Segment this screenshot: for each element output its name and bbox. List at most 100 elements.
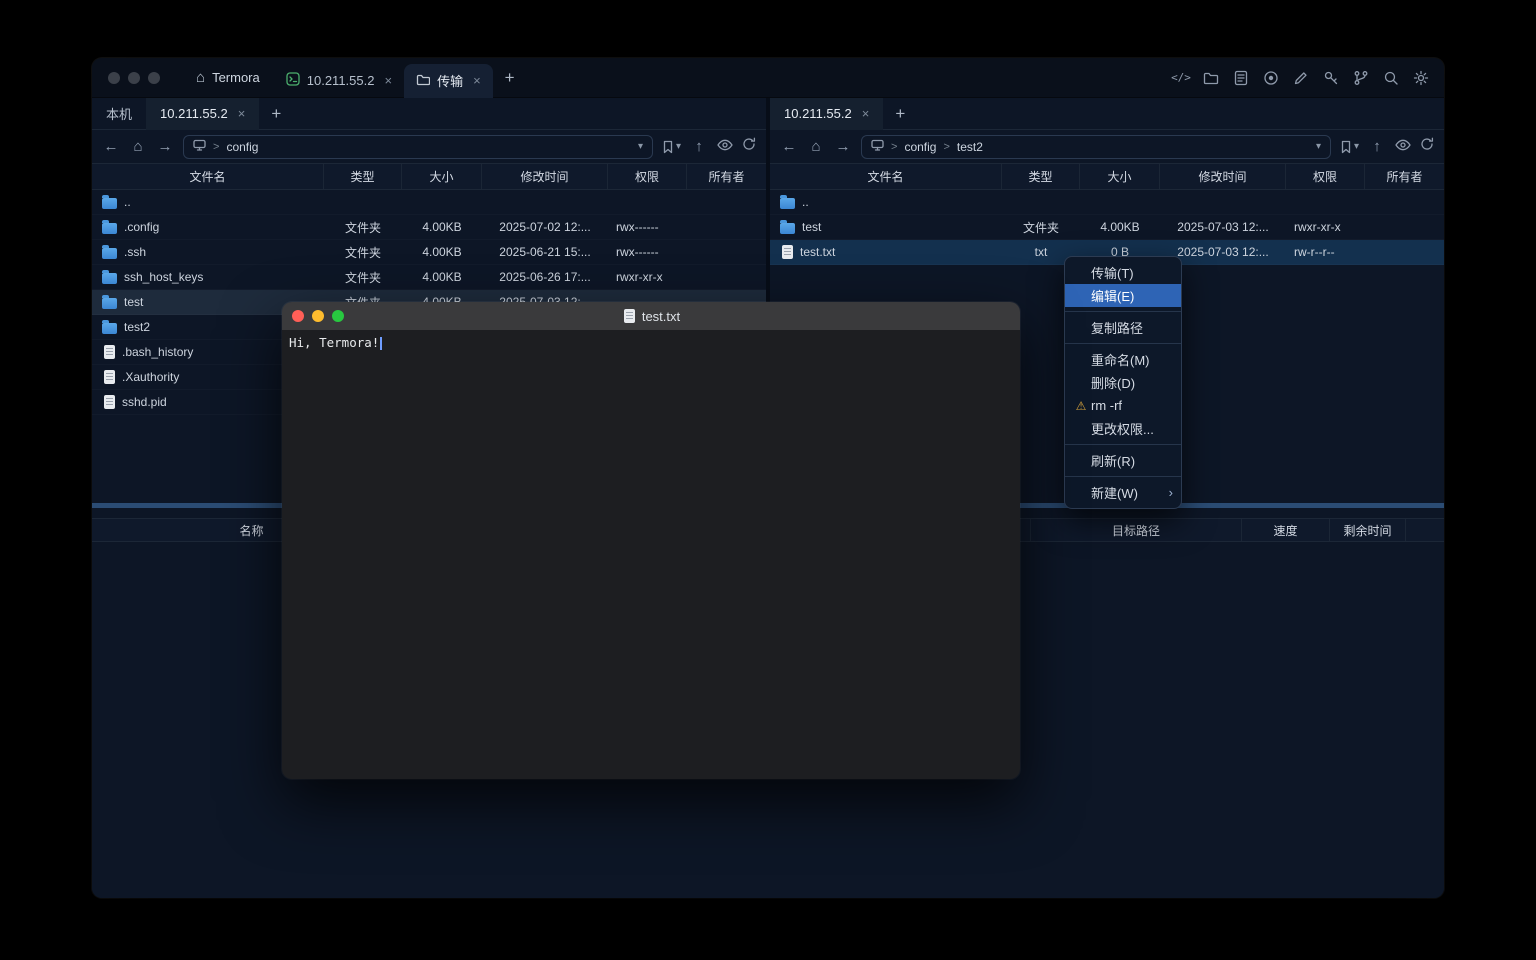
refresh-icon[interactable] (742, 137, 756, 156)
home-icon[interactable]: ⌂ (129, 138, 147, 155)
breadcrumb-segment[interactable]: config (226, 140, 258, 154)
file-modified: 2025-06-26 17:... (482, 270, 608, 284)
window-controls (108, 72, 160, 84)
column-header[interactable]: 类型 (324, 164, 402, 189)
home-icon: ⌂ (196, 69, 205, 86)
file-name: .. (802, 195, 809, 209)
minimize-window-button[interactable] (128, 72, 140, 84)
chevron-down-icon[interactable]: ▾ (1316, 141, 1321, 152)
close-icon[interactable]: × (384, 73, 392, 88)
document-icon (624, 309, 635, 323)
tab-transfer[interactable]: 传输 × (404, 64, 493, 98)
column-header[interactable]: 剩余时间 (1330, 519, 1406, 541)
column-header[interactable]: 权限 (1286, 164, 1365, 189)
zoom-window-button[interactable] (332, 310, 344, 322)
column-header[interactable]: 文件名 (770, 164, 1002, 189)
record-icon[interactable] (1262, 69, 1280, 87)
column-header[interactable]: 修改时间 (482, 164, 608, 189)
tab-host[interactable]: 10.211.55.2 × (146, 98, 259, 130)
column-header[interactable]: 目标路径 (1030, 519, 1242, 541)
menu-item-copy-path[interactable]: 复制路径 (1065, 316, 1181, 339)
column-header[interactable]: 大小 (1080, 164, 1160, 189)
breadcrumb-segment[interactable]: test2 (957, 140, 983, 154)
back-icon[interactable]: ← (780, 138, 798, 155)
table-row[interactable]: .config 文件夹 4.00KB 2025-07-02 12:... rwx… (92, 215, 766, 240)
menu-item-change-permissions[interactable]: 更改权限... (1065, 417, 1181, 440)
warning-icon: ⚠ (1071, 399, 1091, 413)
chevron-down-icon[interactable]: ▾ (638, 141, 643, 152)
file-name: test2 (124, 320, 150, 334)
menu-item-transfer[interactable]: 传输(T) (1065, 261, 1181, 284)
tab-host[interactable]: 10.211.55.2 × (274, 64, 404, 98)
close-window-button[interactable] (108, 72, 120, 84)
menu-item-rm-rf[interactable]: ⚠ rm -rf (1065, 394, 1181, 417)
menu-item-delete[interactable]: 删除(D) (1065, 371, 1181, 394)
table-row[interactable]: test 文件夹 4.00KB 2025-07-03 12:... rwxr-x… (770, 215, 1444, 240)
new-tab-button[interactable]: + (493, 68, 527, 88)
column-header[interactable]: 所有者 (1365, 164, 1444, 189)
folder-icon[interactable] (1202, 69, 1220, 87)
new-tab-button[interactable]: + (883, 104, 917, 124)
file-permissions: rwxr-xr-x (608, 270, 687, 284)
bookmark-button[interactable]: ▾ (1340, 140, 1359, 154)
table-row[interactable]: ssh_host_keys 文件夹 4.00KB 2025-06-26 17:.… (92, 265, 766, 290)
refresh-icon[interactable] (1420, 137, 1434, 156)
menu-item-label: 刷新(R) (1091, 451, 1135, 470)
menu-item-rename[interactable]: 重命名(M) (1065, 348, 1181, 371)
menu-item-refresh[interactable]: 刷新(R) (1065, 449, 1181, 472)
back-icon[interactable]: ← (102, 138, 120, 155)
zoom-window-button[interactable] (148, 72, 160, 84)
right-pane-tabs: 10.211.55.2 × + (770, 98, 1444, 130)
menu-item-new[interactable]: 新建(W) › (1065, 481, 1181, 504)
folder-icon (102, 198, 117, 209)
close-icon[interactable]: × (473, 73, 481, 88)
settings-icon[interactable] (1412, 69, 1430, 87)
column-header[interactable]: 大小 (402, 164, 482, 189)
show-hidden-icon[interactable] (717, 138, 733, 156)
bookmark-button[interactable]: ▾ (662, 140, 681, 154)
home-icon[interactable]: ⌂ (807, 138, 825, 155)
key-icon[interactable] (1322, 69, 1340, 87)
editor-content[interactable]: Hi, Termora! (282, 330, 1020, 779)
close-icon[interactable]: × (862, 106, 870, 121)
column-header[interactable]: 文件名 (92, 164, 324, 189)
table-row[interactable]: .ssh 文件夹 4.00KB 2025-06-21 15:... rwx---… (92, 240, 766, 265)
edit-icon[interactable] (1292, 69, 1310, 87)
new-tab-button[interactable]: + (259, 104, 293, 124)
path-input[interactable]: > config ▾ (183, 135, 653, 159)
parent-dir-icon[interactable]: ↑ (690, 138, 708, 155)
search-icon[interactable] (1382, 69, 1400, 87)
file-type: 文件夹 (324, 269, 402, 286)
path-input[interactable]: > config > test2 ▾ (861, 135, 1331, 159)
tab-label: Termora (212, 70, 260, 85)
file-name: .. (124, 195, 131, 209)
tab-termora[interactable]: ⌂ Termora (182, 58, 274, 98)
parent-dir-icon[interactable]: ↑ (1368, 138, 1386, 155)
tab-host[interactable]: 10.211.55.2 × (770, 98, 883, 130)
forward-icon[interactable]: → (156, 138, 174, 155)
show-hidden-icon[interactable] (1395, 138, 1411, 156)
menu-item-edit[interactable]: 编辑(E) (1065, 284, 1181, 307)
editor-titlebar[interactable]: test.txt (282, 302, 1020, 330)
file-name: test.txt (800, 245, 835, 259)
code-icon[interactable]: </> (1172, 69, 1190, 87)
close-icon[interactable]: × (238, 106, 246, 121)
column-header[interactable]: 所有者 (687, 164, 766, 189)
table-row[interactable]: .. (92, 190, 766, 215)
branch-icon[interactable] (1352, 69, 1370, 87)
folder-icon (102, 248, 117, 259)
column-header[interactable]: 权限 (608, 164, 687, 189)
log-icon[interactable] (1232, 69, 1250, 87)
file-name: test (802, 220, 821, 234)
forward-icon[interactable]: → (834, 138, 852, 155)
column-header[interactable]: 类型 (1002, 164, 1080, 189)
folder-icon (102, 273, 117, 284)
file-name: sshd.pid (122, 395, 167, 409)
column-header[interactable]: 速度 (1242, 519, 1330, 541)
tab-local[interactable]: 本机 (92, 98, 146, 130)
table-row[interactable]: .. (770, 190, 1444, 215)
minimize-window-button[interactable] (312, 310, 324, 322)
close-window-button[interactable] (292, 310, 304, 322)
column-header[interactable]: 修改时间 (1160, 164, 1286, 189)
breadcrumb-segment[interactable]: config (904, 140, 936, 154)
